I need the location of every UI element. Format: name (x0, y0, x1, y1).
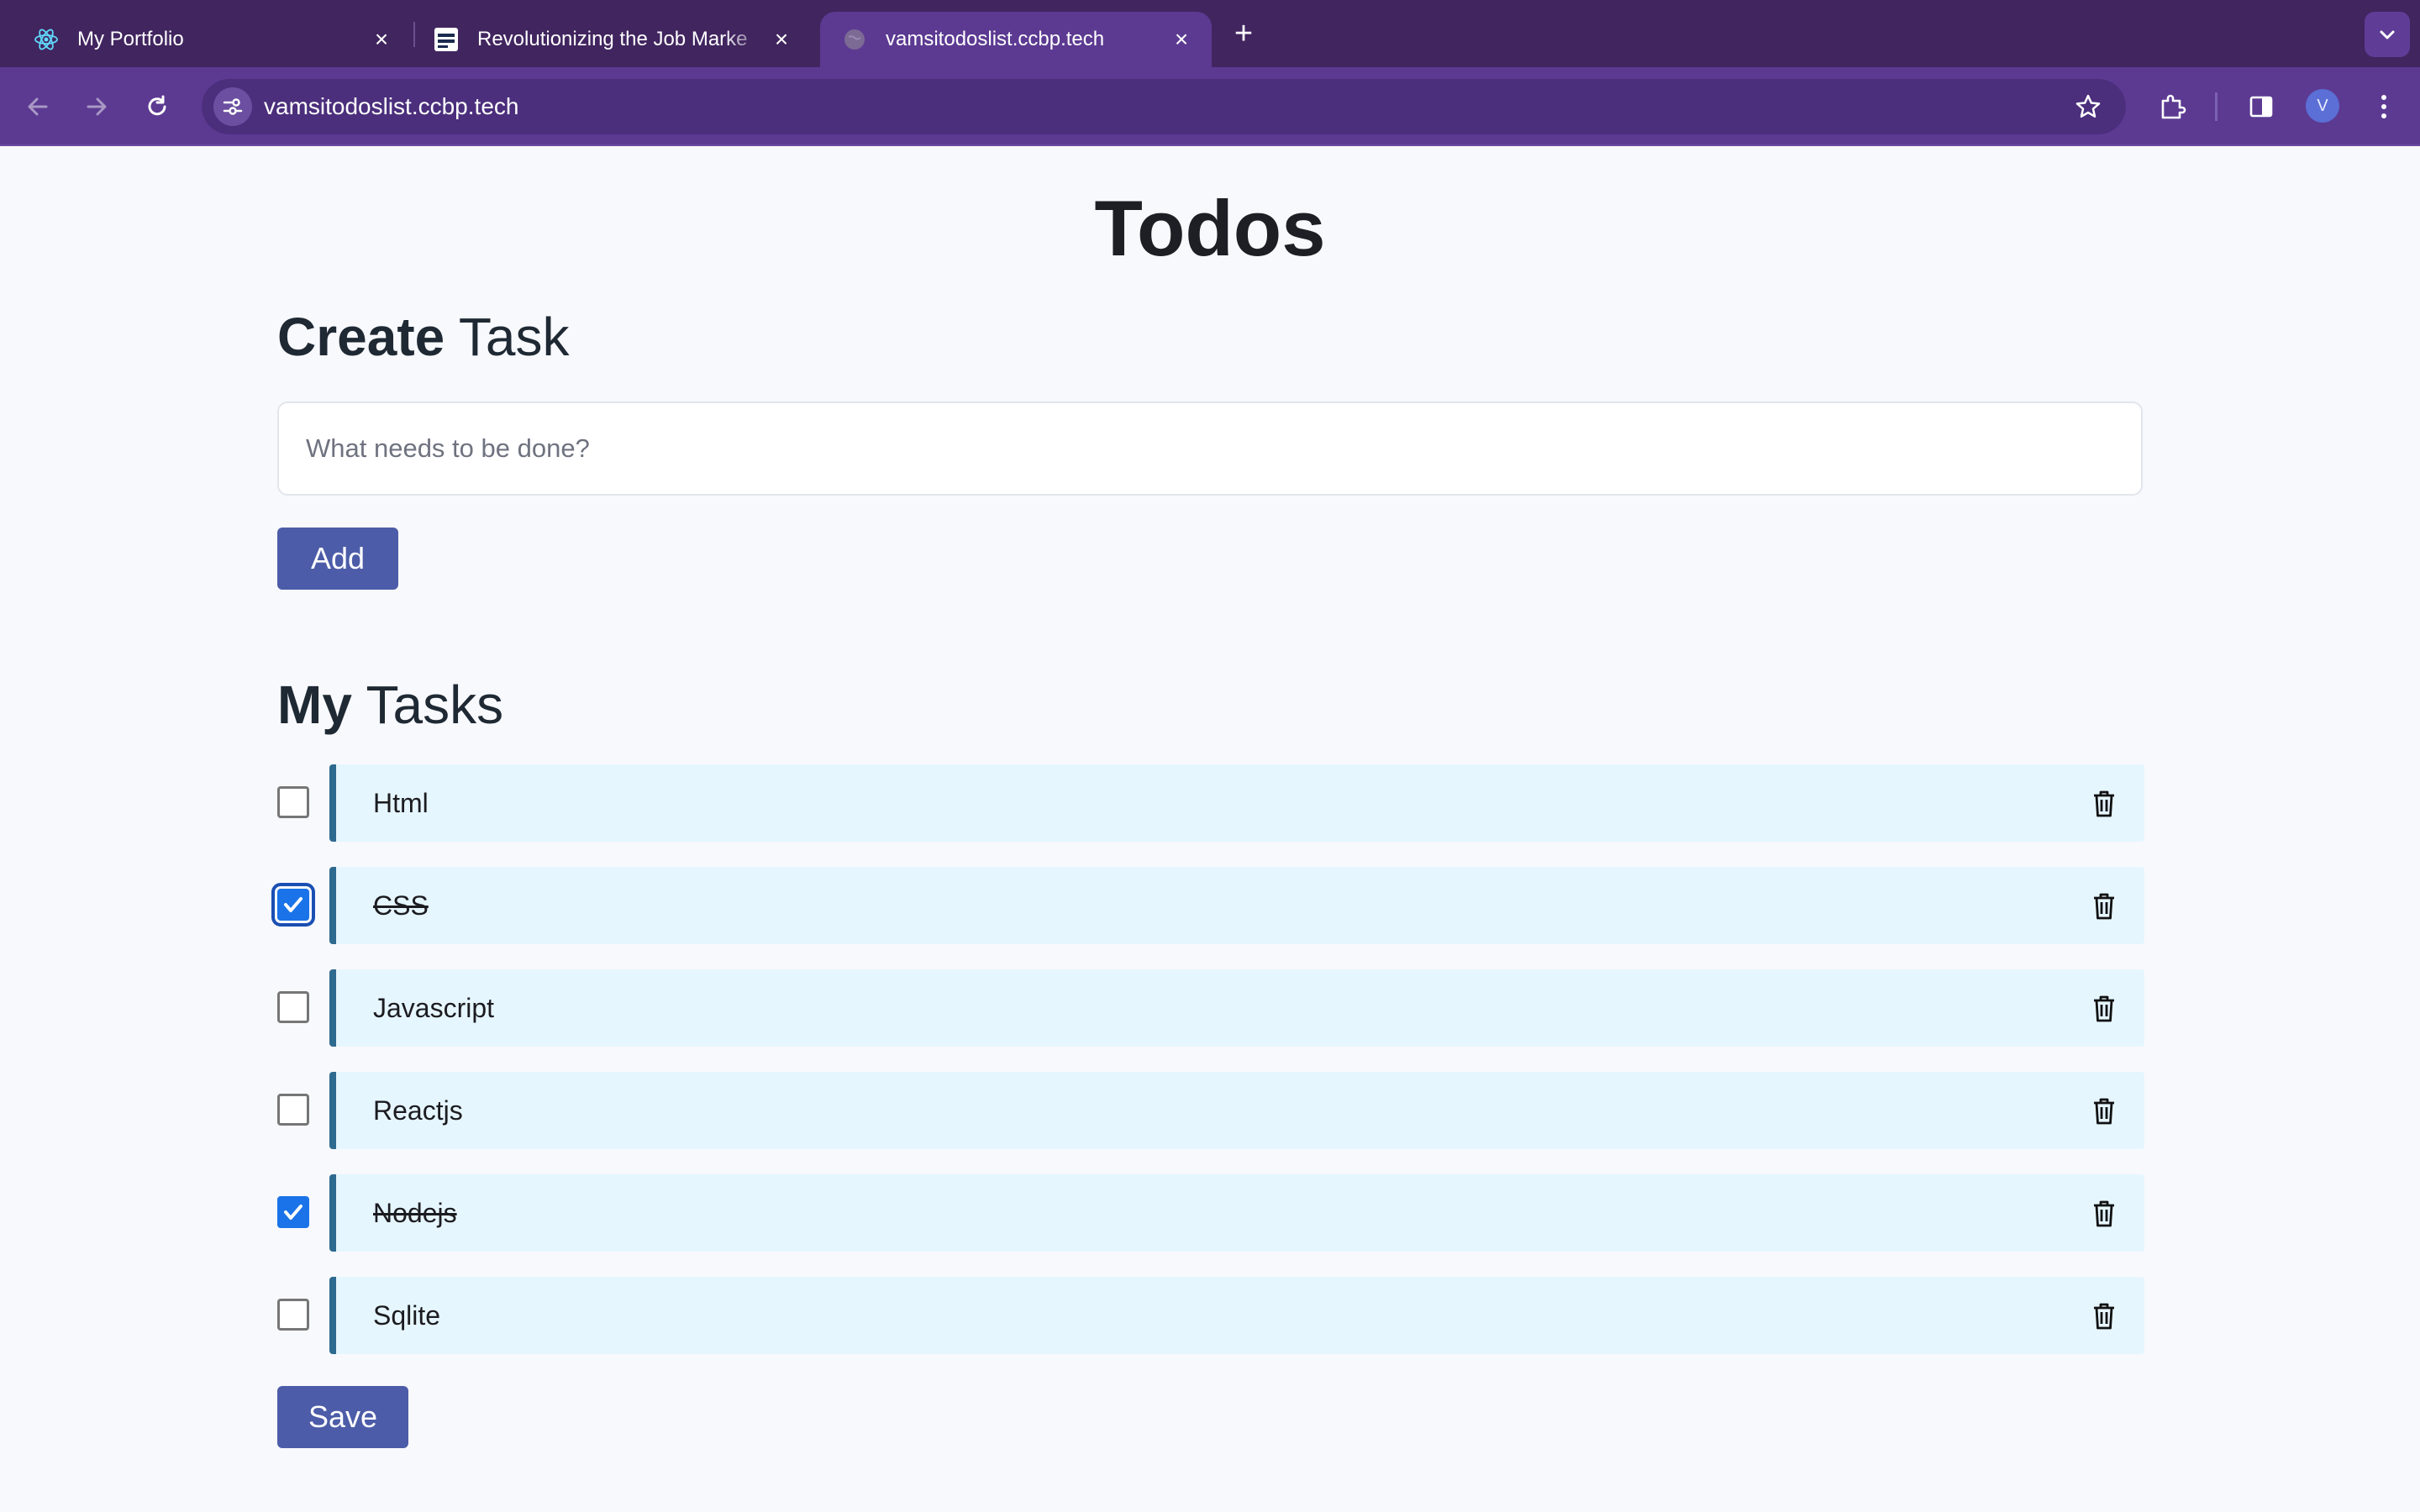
forward-arrow-icon (87, 97, 107, 116)
extensions-icon[interactable] (2151, 86, 2193, 128)
task-label[interactable]: Javascript (373, 969, 494, 1047)
page-title: Todos (1094, 184, 1326, 272)
task-checkbox[interactable] (277, 786, 309, 818)
close-tab-icon[interactable]: × (366, 24, 397, 55)
back-button[interactable] (17, 86, 59, 128)
task-label-container: Nodejs (329, 1174, 2144, 1252)
task-label[interactable]: Reactjs (373, 1072, 463, 1149)
tab-search-button[interactable] (2365, 12, 2410, 57)
task-label[interactable]: Html (373, 764, 429, 842)
create-task-heading-light: Task (445, 307, 570, 367)
delete-icon[interactable] (2089, 890, 2119, 922)
profile-avatar[interactable]: V (2306, 89, 2339, 123)
task-label[interactable]: CSS (373, 867, 429, 944)
toolbar-divider (2215, 92, 2217, 121)
new-tab-button[interactable]: + (1227, 15, 1260, 52)
todo-item: Javascript (277, 969, 2144, 1047)
tab-my-portfolio[interactable]: My Portfolio × (12, 12, 412, 67)
nxtwave-icon (434, 27, 459, 52)
task-label[interactable]: Sqlite (373, 1277, 440, 1354)
browser-menu-icon[interactable] (2363, 86, 2405, 128)
close-tab-icon[interactable]: × (1166, 24, 1197, 55)
browser-toolbar: vamsitodoslist.ccbp.tech (0, 67, 2420, 146)
chevron-down-icon (2380, 30, 2395, 39)
back-arrow-icon (28, 97, 48, 116)
site-info-icon[interactable] (213, 87, 252, 126)
task-label-container: Reactjs (329, 1072, 2144, 1149)
task-checkbox[interactable] (277, 1094, 309, 1126)
todo-item: Reactjs (277, 1072, 2144, 1149)
task-checkbox[interactable] (277, 991, 309, 1023)
delete-icon[interactable] (2089, 993, 2119, 1025)
tab-revolutionizing[interactable]: Revolutionizing the Job Marke × (412, 12, 812, 67)
close-tab-icon[interactable]: × (766, 24, 797, 55)
tab-title: My Portfolio (77, 28, 184, 50)
delete-icon[interactable] (2089, 788, 2119, 820)
reload-button[interactable] (136, 86, 178, 128)
my-tasks-heading-bold: My (277, 675, 352, 735)
task-checkbox[interactable] (277, 1196, 309, 1228)
address-bar[interactable]: vamsitodoslist.ccbp.tech (202, 79, 2126, 134)
todo-item: Html (277, 764, 2144, 842)
todo-user-input[interactable] (277, 402, 2143, 496)
task-label-container: CSS (329, 867, 2144, 944)
todo-item: CSS (271, 867, 2144, 944)
todo-item: Sqlite (277, 1277, 2144, 1354)
task-checkbox[interactable] (271, 883, 315, 927)
create-task-heading: Create Task (277, 306, 569, 368)
save-todo-button[interactable]: Save (277, 1386, 408, 1448)
tab-vamsitodoslist[interactable]: vamsitodoslist.ccbp.tech × (820, 12, 1212, 67)
page-content: Todos Create Task Add My Tasks Html CSS (0, 146, 2420, 1512)
my-tasks-heading: My Tasks (277, 674, 503, 736)
add-todo-button[interactable]: Add (277, 528, 398, 590)
delete-icon[interactable] (2089, 1095, 2119, 1127)
delete-icon[interactable] (2089, 1300, 2119, 1332)
task-label[interactable]: Nodejs (373, 1174, 457, 1252)
todo-item: Nodejs (277, 1174, 2144, 1252)
bookmark-star-icon[interactable] (2069, 87, 2107, 126)
task-label-container: Javascript (329, 969, 2144, 1047)
checkmark-icon (284, 897, 302, 912)
checkmark-icon (284, 1205, 302, 1220)
globe-icon (842, 27, 867, 52)
react-icon (34, 27, 59, 52)
task-label-container: Sqlite (329, 1277, 2144, 1354)
tab-title: Revolutionizing the Job Marke (477, 28, 748, 50)
task-checkbox[interactable] (277, 1299, 309, 1331)
side-panel-icon[interactable] (2240, 86, 2282, 128)
tab-strip: My Portfolio × Revolutionizing the Job M… (0, 0, 2420, 67)
url-text[interactable]: vamsitodoslist.ccbp.tech (264, 79, 518, 134)
delete-icon[interactable] (2089, 1198, 2119, 1230)
tab-title: vamsitodoslist.ccbp.tech (886, 28, 1105, 50)
my-tasks-heading-light: Tasks (351, 675, 504, 735)
task-label-container: Html (329, 764, 2144, 842)
reload-icon (148, 95, 166, 116)
create-task-heading-bold: Create (277, 307, 445, 367)
forward-button[interactable] (76, 86, 118, 128)
